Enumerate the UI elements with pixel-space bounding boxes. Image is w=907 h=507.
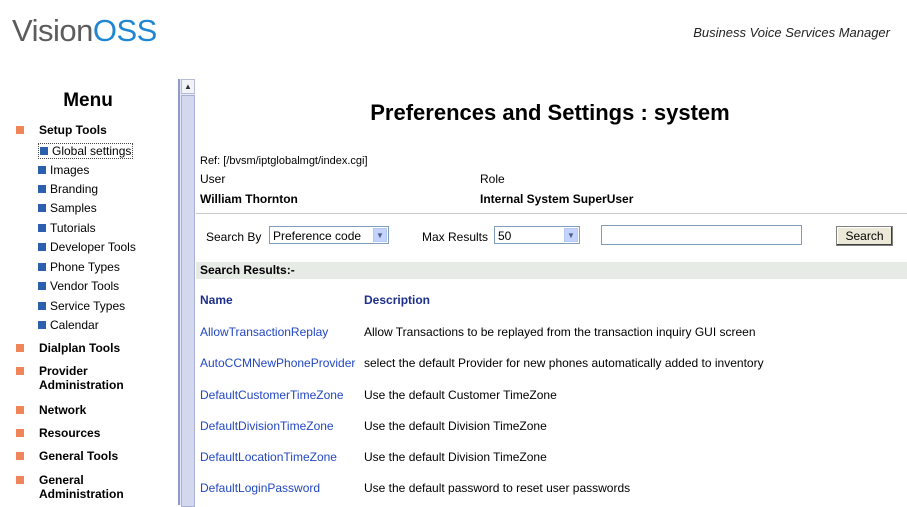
- vertical-scrollbar[interactable]: ▲: [178, 79, 195, 507]
- menu-item-phone-types[interactable]: Phone Types: [38, 260, 120, 274]
- role-label: Role: [480, 172, 505, 186]
- search-results-header: Search Results:-: [196, 262, 907, 279]
- divider: [196, 213, 907, 214]
- blue-square-icon: [40, 147, 48, 155]
- result-name-link[interactable]: AllowTransactionReplay: [200, 325, 328, 339]
- orange-bullet-icon: [16, 429, 24, 437]
- result-description: Allow Transactions to be replayed from t…: [364, 325, 756, 339]
- max-results-select[interactable]: 50 ▼: [494, 226, 580, 244]
- blue-square-icon: [38, 243, 46, 251]
- ref-path: Ref: [/bvsm/iptglobalmgt/index.cgi]: [200, 155, 368, 167]
- result-description: Use the default Division TimeZone: [364, 450, 547, 464]
- role-value: Internal System SuperUser: [480, 192, 634, 206]
- menu-item-service-types[interactable]: Service Types: [38, 299, 125, 313]
- result-name-link[interactable]: DefaultLocationTimeZone: [200, 450, 337, 464]
- blue-square-icon: [38, 302, 46, 310]
- blue-square-icon: [38, 321, 46, 329]
- max-results-label: Max Results: [422, 230, 489, 244]
- orange-bullet-icon: [16, 367, 24, 375]
- result-description: Use the default password to reset user p…: [364, 481, 631, 495]
- column-header-description: Description: [364, 293, 431, 307]
- scrollbar-thumb[interactable]: [181, 95, 195, 507]
- result-name-link[interactable]: AutoCCMNewPhoneProvider: [200, 356, 355, 370]
- blue-square-icon: [38, 224, 46, 232]
- search-button[interactable]: Search: [836, 226, 893, 246]
- menu-item-vendor-tools[interactable]: Vendor Tools: [38, 279, 119, 293]
- blue-square-icon: [38, 282, 46, 290]
- result-description: Use the default Division TimeZone: [364, 419, 547, 433]
- blue-square-icon: [38, 204, 46, 212]
- search-input[interactable]: [601, 225, 802, 245]
- result-name-link[interactable]: DefaultLoginPassword: [200, 481, 320, 495]
- result-description: select the default Provider for new phon…: [364, 356, 764, 370]
- menu-item-tutorials[interactable]: Tutorials: [38, 221, 96, 235]
- orange-bullet-icon: [16, 452, 24, 460]
- menu-item-developer-tools[interactable]: Developer Tools: [38, 240, 136, 254]
- menu-title: Menu: [63, 90, 113, 111]
- search-by-select[interactable]: Preference code ▼: [269, 226, 389, 244]
- app-subtitle: Business Voice Services Manager: [693, 25, 890, 40]
- result-description: Use the default Customer TimeZone: [364, 388, 557, 402]
- blue-square-icon: [38, 166, 46, 174]
- menu-item-branding[interactable]: Branding: [38, 182, 98, 196]
- scroll-up-arrow-icon[interactable]: ▲: [181, 79, 195, 94]
- menu-item-images[interactable]: Images: [38, 163, 89, 177]
- visionoss-logo: VisionOSS: [12, 13, 157, 48]
- user-label: User: [200, 172, 226, 186]
- orange-bullet-icon: [16, 406, 24, 414]
- result-name-link[interactable]: DefaultCustomerTimeZone: [200, 388, 344, 402]
- blue-square-icon: [38, 263, 46, 271]
- column-header-name: Name: [200, 293, 233, 307]
- menu-item-calendar[interactable]: Calendar: [38, 318, 99, 332]
- page-title: Preferences and Settings : system: [370, 100, 730, 125]
- user-value: William Thornton: [200, 192, 298, 206]
- dropdown-arrow-icon[interactable]: ▼: [373, 228, 387, 242]
- blue-square-icon: [38, 185, 46, 193]
- orange-bullet-icon: [16, 476, 24, 484]
- dropdown-arrow-icon[interactable]: ▼: [564, 228, 578, 242]
- sidebar-menu: Menu Setup Tools Global settings Images …: [0, 90, 176, 505]
- menu-item-samples[interactable]: Samples: [38, 201, 97, 215]
- search-by-label: Search By: [206, 230, 262, 244]
- header: VisionOSS Business Voice Services Manage…: [0, 0, 907, 60]
- orange-bullet-icon: [16, 126, 24, 134]
- result-name-link[interactable]: DefaultDivisionTimeZone: [200, 419, 334, 433]
- menu-item-global-settings[interactable]: Global settings: [38, 143, 134, 159]
- orange-bullet-icon: [16, 344, 24, 352]
